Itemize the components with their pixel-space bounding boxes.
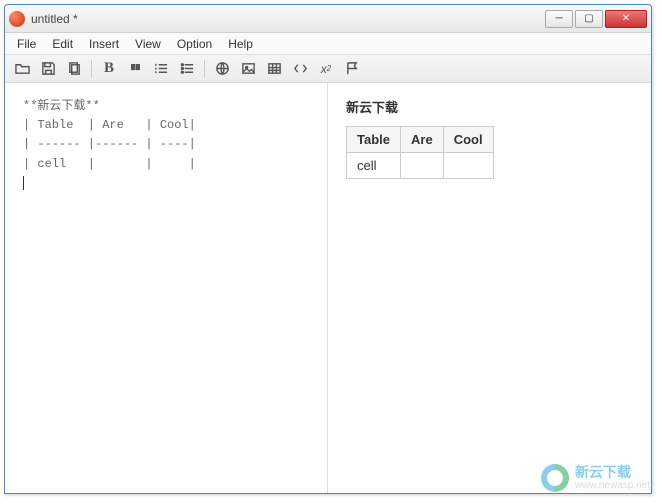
image-icon[interactable]	[237, 58, 259, 80]
menu-insert[interactable]: Insert	[81, 35, 127, 53]
editor-line: | cell | | |	[23, 157, 196, 171]
table-header: Cool	[443, 127, 493, 153]
table-cell	[443, 153, 493, 179]
table-header: Are	[401, 127, 444, 153]
app-icon	[9, 11, 25, 27]
window-controls: ─ ▢ ✕	[543, 10, 647, 28]
preview-heading: 新云下载	[346, 97, 633, 116]
save-icon[interactable]	[37, 58, 59, 80]
menu-help[interactable]: Help	[220, 35, 261, 53]
quote-icon[interactable]	[124, 58, 146, 80]
table-icon[interactable]	[263, 58, 285, 80]
table-cell	[401, 153, 444, 179]
menu-edit[interactable]: Edit	[44, 35, 81, 53]
table-row: cell	[347, 153, 494, 179]
table-row: Table Are Cool	[347, 127, 494, 153]
menu-view[interactable]: View	[127, 35, 169, 53]
toolbar-separator	[91, 60, 92, 78]
toolbar-separator	[204, 60, 205, 78]
menubar: File Edit Insert View Option Help	[5, 33, 651, 55]
close-button[interactable]: ✕	[605, 10, 647, 28]
menu-file[interactable]: File	[9, 35, 44, 53]
editor-line: **新云下载**	[23, 99, 100, 113]
preview-pane: 新云下载 Table Are Cool cell	[328, 83, 651, 493]
copy-icon[interactable]	[63, 58, 85, 80]
ordered-list-icon[interactable]	[150, 58, 172, 80]
minimize-button[interactable]: ─	[545, 10, 573, 28]
menu-option[interactable]: Option	[169, 35, 220, 53]
unordered-list-icon[interactable]	[176, 58, 198, 80]
editor-line: | Table | Are | Cool|	[23, 118, 196, 132]
bold-icon[interactable]: B	[98, 58, 120, 80]
preview-table: Table Are Cool cell	[346, 126, 494, 179]
window-title: untitled *	[31, 12, 543, 26]
table-header: Table	[347, 127, 401, 153]
editor-pane[interactable]: **新云下载** | Table | Are | Cool| | ------ …	[5, 83, 328, 493]
app-window: untitled * ─ ▢ ✕ File Edit Insert View O…	[4, 4, 652, 494]
toolbar: B x2	[5, 55, 651, 83]
text-cursor	[23, 176, 24, 190]
open-icon[interactable]	[11, 58, 33, 80]
link-icon[interactable]	[211, 58, 233, 80]
superscript-icon[interactable]: x2	[315, 58, 337, 80]
titlebar[interactable]: untitled * ─ ▢ ✕	[5, 5, 651, 33]
code-icon[interactable]	[289, 58, 311, 80]
table-cell: cell	[347, 153, 401, 179]
maximize-button[interactable]: ▢	[575, 10, 603, 28]
content-area: **新云下载** | Table | Are | Cool| | ------ …	[5, 83, 651, 493]
editor-line: | ------ |------ | ----|	[23, 137, 196, 151]
flag-icon[interactable]	[341, 58, 363, 80]
